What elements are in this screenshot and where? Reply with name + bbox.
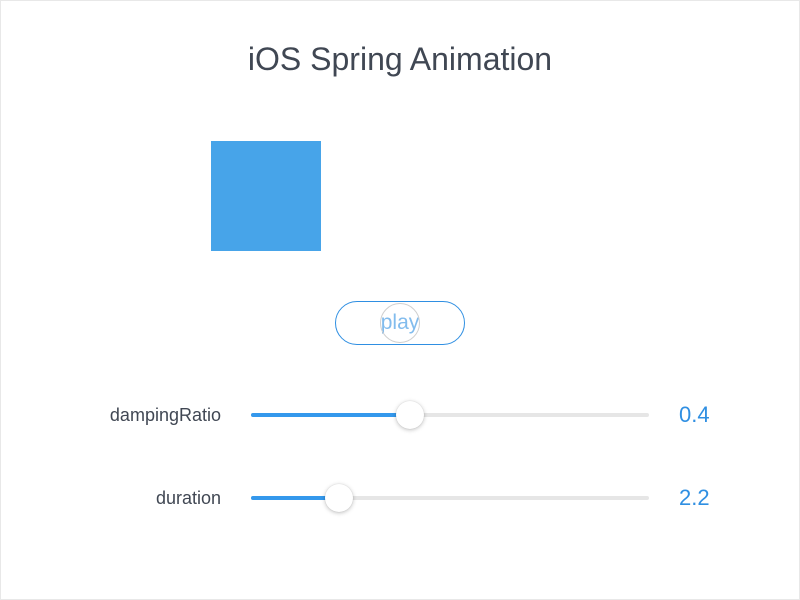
duration-slider[interactable] bbox=[251, 484, 649, 512]
slider-thumb[interactable] bbox=[325, 484, 353, 512]
damping-ratio-row: dampingRatio 0.4 bbox=[1, 401, 799, 429]
controls-panel: dampingRatio 0.4 duration 2.2 bbox=[1, 401, 799, 567]
duration-row: duration 2.2 bbox=[1, 484, 799, 512]
slider-track bbox=[251, 496, 649, 500]
slider-track bbox=[251, 413, 649, 417]
damping-ratio-slider[interactable] bbox=[251, 401, 649, 429]
play-button[interactable]: play bbox=[335, 301, 465, 345]
damping-ratio-value: 0.4 bbox=[679, 402, 739, 428]
damping-ratio-label: dampingRatio bbox=[61, 405, 221, 426]
page-title: iOS Spring Animation bbox=[1, 41, 799, 78]
slider-fill bbox=[251, 413, 410, 417]
duration-label: duration bbox=[61, 488, 221, 509]
duration-value: 2.2 bbox=[679, 485, 739, 511]
animation-square bbox=[211, 141, 321, 251]
slider-thumb[interactable] bbox=[396, 401, 424, 429]
